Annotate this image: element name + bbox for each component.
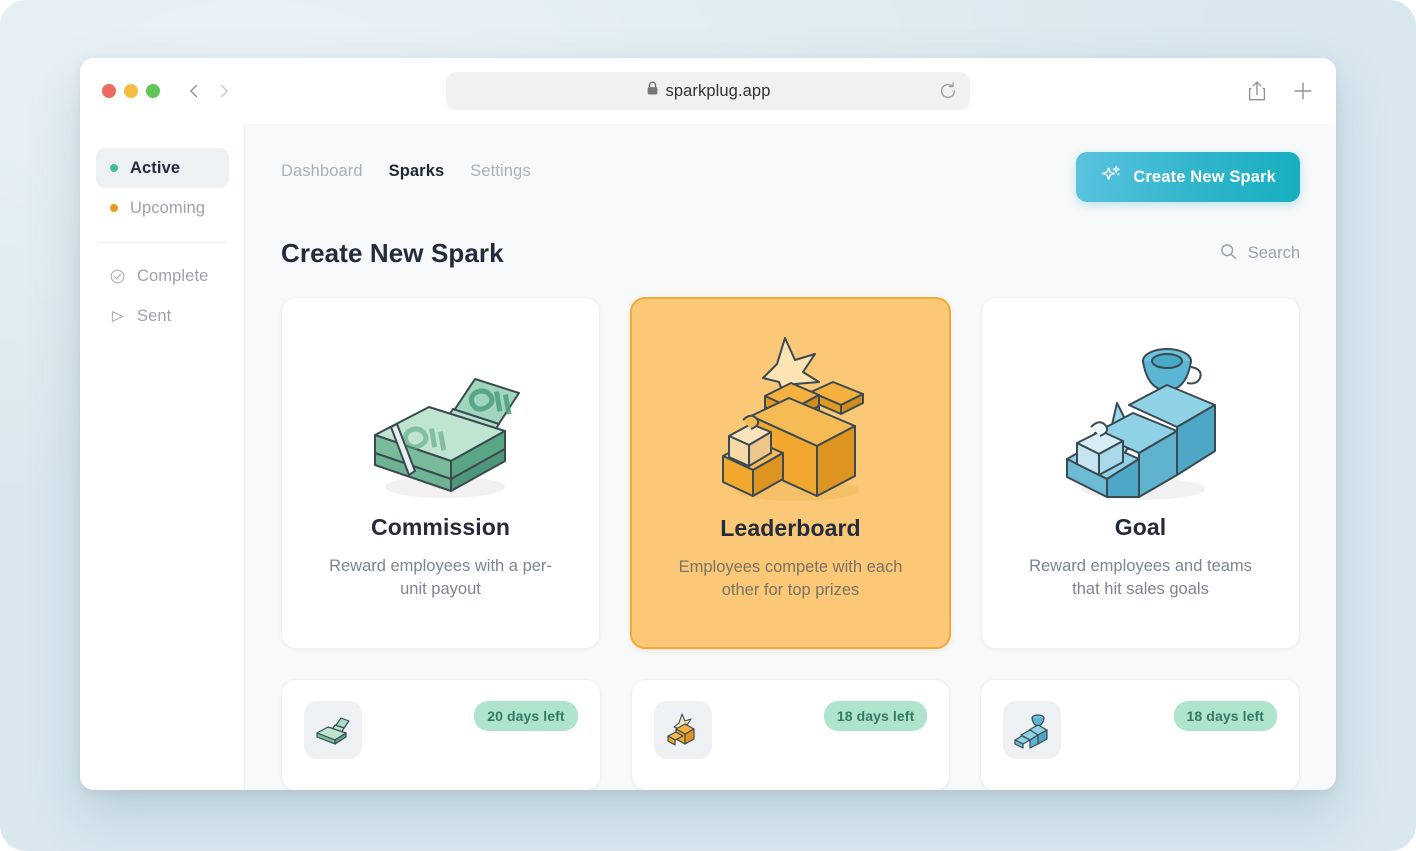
stairs-trophy-illustration bbox=[1055, 316, 1227, 512]
check-circle-icon bbox=[110, 269, 125, 284]
spark-type-card-leaderboard[interactable]: Leaderboard Employees compete with each … bbox=[630, 297, 951, 649]
green-dot-icon bbox=[110, 164, 118, 172]
nav-tabs: Dashboard Sparks Settings bbox=[281, 152, 531, 181]
podium-illustration bbox=[707, 317, 875, 513]
share-icon[interactable] bbox=[1246, 80, 1268, 102]
address-bar[interactable]: sparkplug.app bbox=[446, 72, 970, 110]
back-icon[interactable] bbox=[182, 79, 206, 103]
browser-titlebar: sparkplug.app bbox=[80, 58, 1336, 124]
reload-icon[interactable] bbox=[938, 81, 958, 101]
spark-list-item[interactable]: 20 days left bbox=[281, 679, 601, 790]
forward-icon[interactable] bbox=[212, 79, 236, 103]
spark-list-item[interactable]: 18 days left bbox=[980, 679, 1301, 790]
browser-toolbar-right bbox=[1246, 80, 1318, 102]
tab-sparks[interactable]: Sparks bbox=[389, 162, 445, 181]
minimize-window-button[interactable] bbox=[124, 84, 138, 98]
sidebar-item-label: Sent bbox=[137, 306, 172, 325]
url-text: sparkplug.app bbox=[665, 81, 771, 100]
card-description: Employees compete with each other for to… bbox=[678, 558, 903, 600]
send-triangle-icon bbox=[110, 309, 125, 324]
card-title: Commission bbox=[370, 514, 511, 540]
card-description: Reward employees with a per-unit payout bbox=[329, 557, 552, 599]
orange-dot-icon bbox=[110, 204, 118, 212]
main-toolbar: Dashboard Sparks Settings Create New Spa… bbox=[281, 152, 1300, 202]
page-header: Create New Spark Search bbox=[281, 238, 1300, 269]
close-window-button[interactable] bbox=[102, 84, 116, 98]
sidebar-item-complete[interactable]: Complete bbox=[96, 256, 229, 296]
plus-icon[interactable] bbox=[1292, 80, 1314, 102]
create-new-spark-button[interactable]: Create New Spark bbox=[1076, 152, 1300, 202]
browser-navigation bbox=[182, 79, 236, 103]
spark-type-cards: Commission Reward employees with a per-u… bbox=[281, 297, 1300, 649]
spark-type-card-goal[interactable]: Goal Reward employees and teams that hit… bbox=[981, 297, 1300, 649]
search-icon bbox=[1220, 243, 1237, 265]
window-controls bbox=[102, 84, 160, 98]
card-title: Leaderboard bbox=[720, 515, 861, 541]
tab-settings[interactable]: Settings bbox=[470, 162, 530, 181]
search-button[interactable]: Search bbox=[1220, 243, 1300, 265]
search-label: Search bbox=[1247, 244, 1300, 262]
sidebar-item-sent[interactable]: Sent bbox=[96, 296, 229, 336]
money-stack-thumb bbox=[304, 701, 362, 759]
card-title: Goal bbox=[1114, 514, 1167, 540]
sidebar-item-label: Upcoming bbox=[130, 198, 206, 217]
sidebar-item-label: Complete bbox=[137, 266, 209, 285]
stairs-trophy-thumb bbox=[1003, 701, 1062, 759]
days-left-badge: 20 days left bbox=[474, 701, 578, 731]
sparkle-icon bbox=[1100, 164, 1122, 191]
sidebar-item-active[interactable]: Active bbox=[96, 148, 229, 188]
tab-dashboard[interactable]: Dashboard bbox=[281, 162, 363, 181]
lock-icon bbox=[646, 81, 659, 101]
days-left-badge: 18 days left bbox=[823, 701, 928, 731]
browser-window: sparkplug.app Active Upcoming Complete S… bbox=[80, 58, 1336, 790]
maximize-window-button[interactable] bbox=[146, 84, 160, 98]
page-title: Create New Spark bbox=[281, 238, 504, 268]
podium-thumb bbox=[653, 701, 712, 759]
spark-list: 20 days left 18 days left 18 days left bbox=[281, 679, 1301, 790]
sidebar-divider bbox=[98, 242, 227, 243]
sidebar: Active Upcoming Complete Sent bbox=[80, 124, 245, 790]
main-content: Dashboard Sparks Settings Create New Spa… bbox=[245, 124, 1336, 790]
card-description: Reward employees and teams that hit sale… bbox=[1029, 557, 1252, 599]
money-stack-illustration bbox=[357, 316, 525, 512]
create-new-spark-label: Create New Spark bbox=[1133, 167, 1276, 186]
spark-type-card-commission[interactable]: Commission Reward employees with a per-u… bbox=[281, 297, 600, 649]
browser-viewport: Active Upcoming Complete Sent Dashboard … bbox=[80, 124, 1336, 790]
spark-list-item[interactable]: 18 days left bbox=[630, 679, 951, 790]
sidebar-item-label: Active bbox=[130, 158, 181, 177]
sidebar-item-upcoming[interactable]: Upcoming bbox=[96, 188, 229, 228]
days-left-badge: 18 days left bbox=[1173, 701, 1278, 731]
